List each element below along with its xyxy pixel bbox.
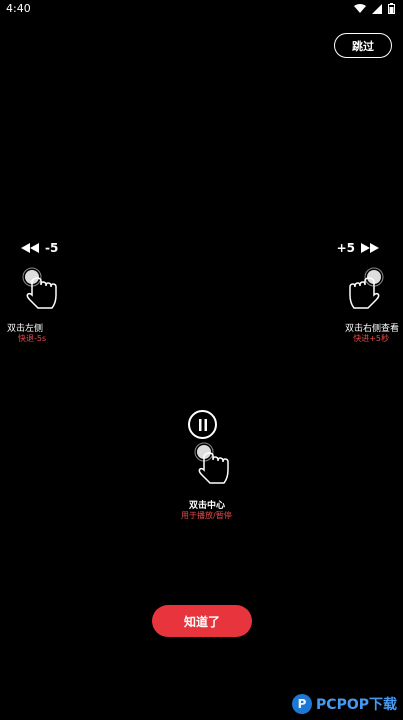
forward-label: +5 xyxy=(336,241,355,255)
fast-forward-icon xyxy=(361,243,379,253)
watermark-logo-icon: P xyxy=(292,694,313,714)
tap-hand-icon-right xyxy=(349,267,384,309)
right-hint-sub: 快进+5秒 xyxy=(353,334,389,343)
status-icons xyxy=(354,3,395,14)
battery-icon xyxy=(388,3,395,14)
got-it-button[interactable]: 知道了 xyxy=(152,605,252,637)
pause-icon xyxy=(188,410,217,439)
rewind-label: -5 xyxy=(45,241,59,255)
signal-icon xyxy=(372,3,382,14)
status-time: 4:40 xyxy=(6,2,31,15)
wifi-icon xyxy=(354,3,366,13)
watermark: P PCPOP下载 xyxy=(292,694,397,714)
left-hint-sub: 快退-5s xyxy=(18,334,47,343)
center-hint-sub: 用于播放/暂停 xyxy=(181,511,232,520)
status-bar: 4:40 xyxy=(0,0,403,18)
skip-button[interactable]: 跳过 xyxy=(334,33,392,58)
rewind-indicator: -5 xyxy=(21,241,58,255)
forward-indicator: +5 xyxy=(337,241,379,255)
tap-hand-icon-left xyxy=(22,267,57,309)
tap-hand-icon-center xyxy=(194,442,229,484)
rewind-icon xyxy=(21,243,39,253)
watermark-text: PCPOP下载 xyxy=(316,697,397,713)
